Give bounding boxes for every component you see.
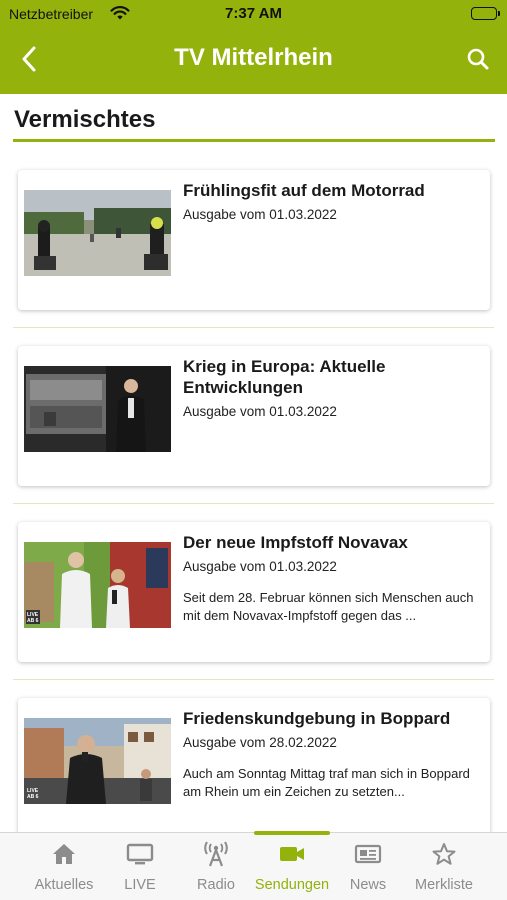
tab-label: Aktuelles [34, 877, 94, 893]
episode-thumbnail: LIVE AB 6 [24, 542, 171, 628]
radio-antenna-icon [177, 841, 255, 867]
status-time: 7:37 AM [225, 5, 282, 22]
list-item: Krieg in Europa: Aktuelle Entwicklungen … [0, 328, 507, 504]
tab-sendungen[interactable]: Sendungen [253, 833, 331, 900]
episode-title: Frühlingsfit auf dem Motorrad [183, 181, 425, 200]
tab-label: Merkliste [414, 877, 473, 893]
video-camera-icon [253, 841, 331, 867]
tab-live[interactable]: LIVE [101, 833, 179, 900]
episode-title: Der neue Impfstoff Novavax [183, 533, 408, 552]
search-button[interactable] [463, 44, 493, 74]
episode-thumbnail [24, 190, 171, 276]
episode-thumbnail [24, 366, 171, 452]
section-divider [13, 139, 495, 142]
section-title: Vermischtes [14, 106, 156, 133]
episode-date: Ausgabe vom 01.03.2022 [183, 207, 337, 222]
episode-thumbnail: LIVE AB 6 [24, 718, 171, 804]
tab-merkliste[interactable]: Merkliste [405, 833, 483, 900]
episode-date: Ausgabe vom 28.02.2022 [183, 735, 337, 750]
status-bar: Netzbetreiber 7:37 AM [0, 0, 507, 28]
live-badge: LIVE AB 6 [27, 612, 39, 624]
live-badge: LIVE AB 6 [27, 788, 39, 800]
episode-card[interactable]: Krieg in Europa: Aktuelle Entwicklungen … [18, 346, 490, 486]
battery-icon [471, 7, 500, 20]
episode-date: Ausgabe vom 01.03.2022 [183, 559, 337, 574]
episode-title: Friedenskundgebung in Boppard [183, 709, 451, 728]
list-item: Frühlingsfit auf dem Motorrad Ausgabe vo… [0, 152, 507, 328]
tab-label: Radio [197, 877, 235, 893]
tab-radio[interactable]: Radio [177, 833, 255, 900]
tv-icon [101, 841, 179, 867]
star-icon [405, 841, 483, 867]
search-icon [467, 48, 489, 70]
tab-label: News [349, 877, 387, 893]
list-item: LIVE AB 6 Der neue Impfstoff Novavax Aus… [0, 504, 507, 680]
episode-card[interactable]: Frühlingsfit auf dem Motorrad Ausgabe vo… [18, 170, 490, 310]
tab-aktuelles[interactable]: Aktuelles [25, 833, 103, 900]
tab-label: Sendungen [254, 877, 330, 893]
episode-card[interactable]: LIVE AB 6 Der neue Impfstoff Novavax Aus… [18, 522, 490, 662]
episode-title: Krieg in Europa: Aktuelle Entwicklungen [183, 357, 386, 397]
home-icon [25, 841, 103, 867]
page-title: TV Mittelrhein [174, 44, 333, 71]
tab-bar: Aktuelles LIVE Radio Sendungen News Merk… [0, 831, 507, 900]
list-item: LIVE AB 6 Friedenskundgebung in Boppard … [0, 680, 507, 856]
episode-date: Ausgabe vom 01.03.2022 [183, 404, 337, 419]
episode-description: Auch am Sonntag Mittag traf man sich in … [183, 766, 470, 799]
episode-description: Seit dem 28. Februar können sich Mensche… [183, 590, 474, 623]
episode-list: Frühlingsfit auf dem Motorrad Ausgabe vo… [0, 152, 507, 856]
episode-card[interactable]: LIVE AB 6 Friedenskundgebung in Boppard … [18, 698, 490, 838]
newspaper-icon [329, 841, 407, 867]
tab-news[interactable]: News [329, 833, 407, 900]
app-header: Netzbetreiber 7:37 AM TV Mittelrhein [0, 0, 507, 94]
tab-label: LIVE [124, 877, 156, 893]
